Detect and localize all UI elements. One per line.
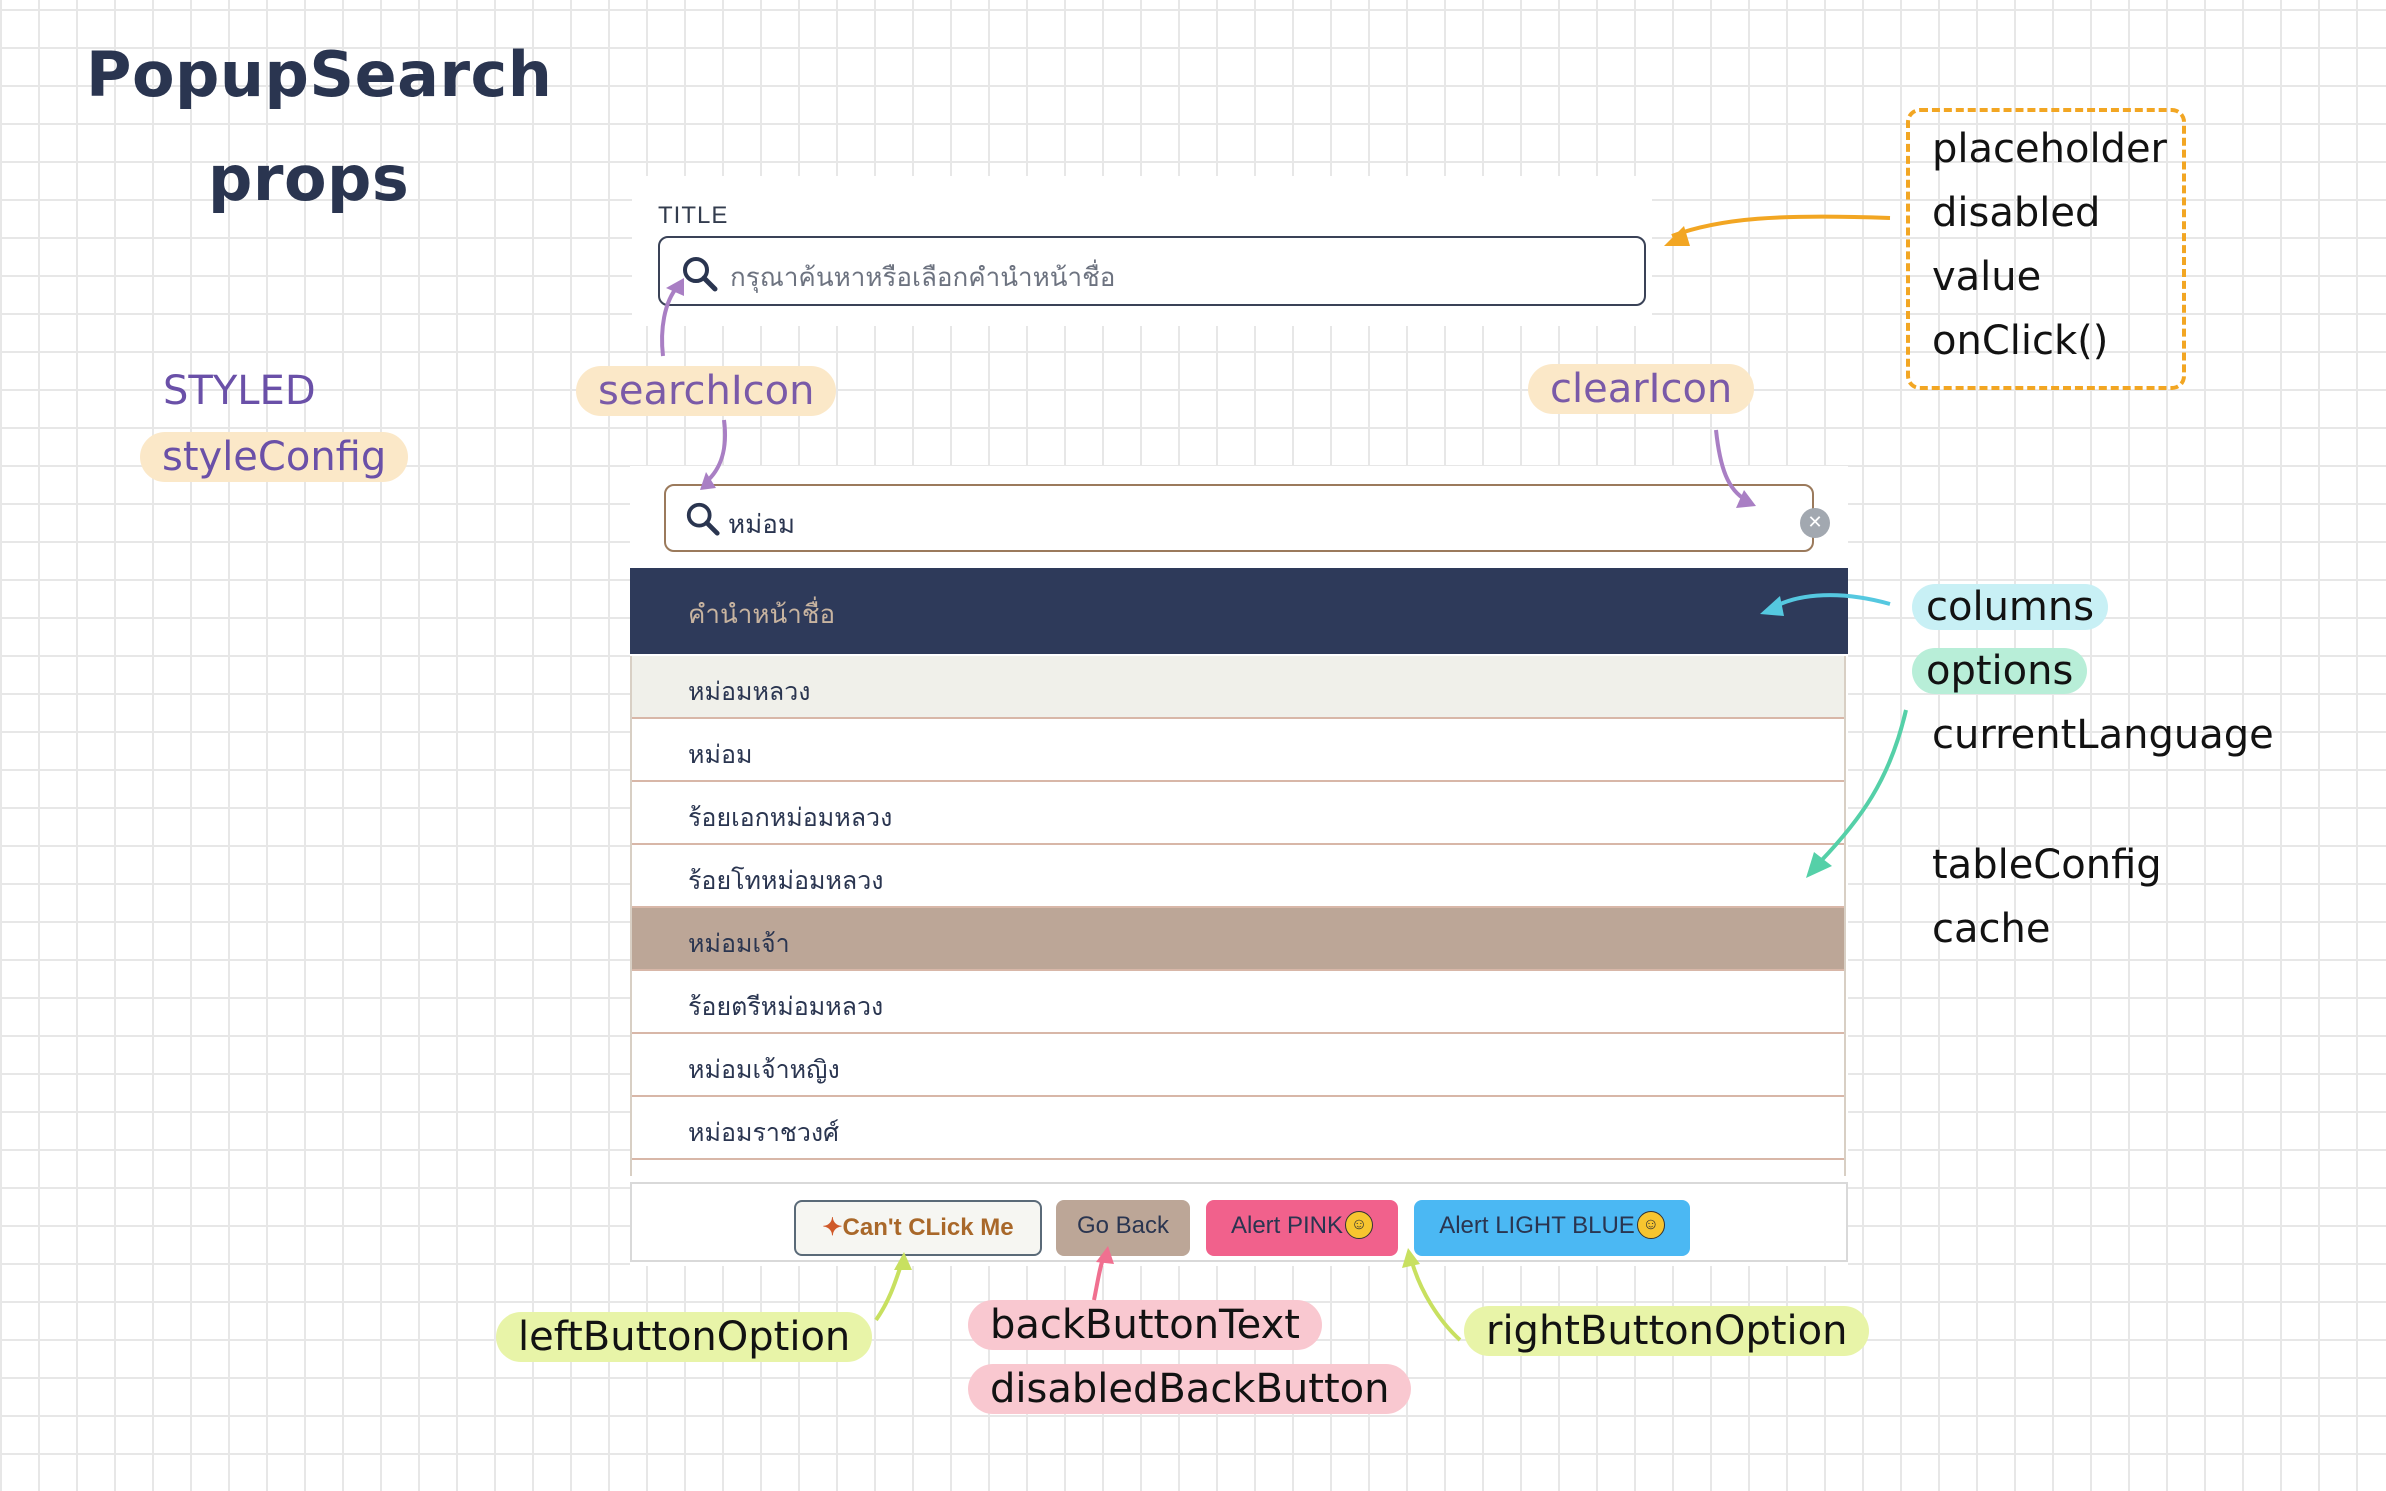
arrow-options	[1818, 709, 1908, 864]
arrow-search-up	[660, 284, 680, 357]
arrowhead-columns	[1760, 596, 1784, 616]
arrow-props	[1671, 214, 1891, 238]
arrowhead-props	[1664, 226, 1690, 246]
arrow-columns	[1775, 593, 1891, 608]
arrow-clear	[1714, 429, 1748, 502]
annotation-arrows	[660, 214, 1908, 1342]
arrow-search-down	[704, 419, 727, 484]
arrowhead-right-button	[1402, 1248, 1420, 1268]
arrow-left-button	[874, 1261, 904, 1322]
arrowhead-left-button	[894, 1252, 912, 1270]
arrow-right-button	[1410, 1261, 1462, 1342]
arrowhead-back-button	[1096, 1246, 1114, 1264]
